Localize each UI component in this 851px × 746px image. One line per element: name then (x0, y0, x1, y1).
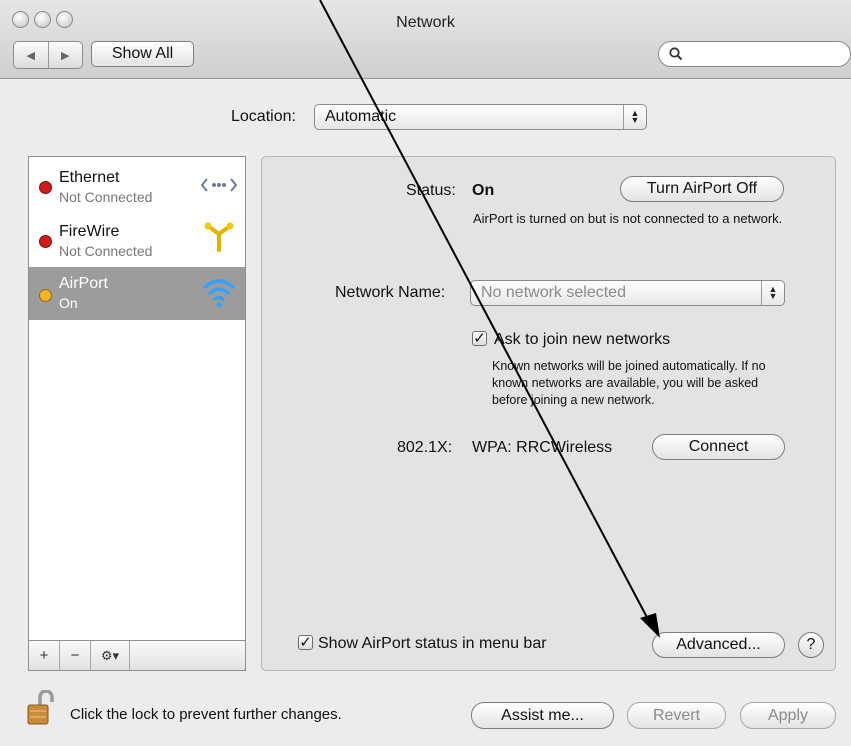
service-list: Ethernet Not Connected FireWire Not Conn… (28, 156, 246, 641)
ask-join-checkbox[interactable]: ✓ (472, 331, 487, 346)
help-button[interactable]: ? (798, 632, 824, 658)
add-service-button[interactable]: + (29, 641, 60, 670)
forward-button[interactable]: ▶ (49, 42, 83, 68)
firewire-icon (201, 219, 237, 255)
service-status: Not Connected (59, 189, 153, 205)
advanced-button[interactable]: Advanced... (652, 632, 785, 658)
location-select[interactable]: Automatic ▲ ▼ (314, 104, 647, 130)
ethernet-icon (201, 167, 237, 203)
remove-service-button[interactable]: − (60, 641, 91, 670)
auth-value: WPA: RRCWireless (472, 439, 613, 456)
status-dot-red-icon (39, 181, 52, 194)
assist-me-button[interactable]: Assist me... (471, 702, 614, 729)
back-button[interactable]: ◀ (14, 42, 49, 68)
service-item-firewire[interactable]: FireWire Not Connected (29, 213, 245, 266)
search-field[interactable] (658, 41, 851, 67)
lock-icon[interactable] (26, 689, 58, 726)
window-title: Network (396, 14, 455, 31)
show-all-button[interactable]: Show All (91, 41, 194, 67)
auth-label: 802.1X: (397, 439, 453, 456)
left-arrow-icon: ◀ (26, 49, 35, 62)
service-name: FireWire (59, 223, 120, 240)
network-name-label: Network Name: (335, 284, 446, 301)
ask-join-label: Ask to join new networks (494, 331, 671, 348)
service-item-airport[interactable]: AirPort On (29, 267, 245, 320)
service-list-controls: + − ⚙▾ (28, 641, 246, 671)
network-name-select[interactable]: No network selected ▲ ▼ (470, 280, 785, 306)
apply-button[interactable]: Apply (740, 702, 836, 729)
service-item-ethernet[interactable]: Ethernet Not Connected (29, 159, 245, 212)
location-value: Automatic (325, 108, 397, 125)
service-status: Not Connected (59, 243, 153, 259)
navigation-buttons: ◀ ▶ (13, 41, 83, 69)
detail-panel (261, 156, 836, 671)
turn-airport-off-button[interactable]: Turn AirPort Off (620, 176, 784, 202)
connect-button[interactable]: Connect (652, 434, 785, 460)
checkmark-icon: ✓ (299, 633, 312, 651)
updown-arrows-icon: ▲ ▼ (761, 281, 784, 305)
service-name: AirPort (59, 275, 108, 292)
show-status-label: Show AirPort status in menu bar (318, 635, 547, 652)
status-value: On (472, 182, 495, 199)
network-name-value: No network selected (481, 284, 626, 301)
service-name: Ethernet (59, 169, 120, 186)
service-status: On (59, 295, 78, 311)
show-status-checkbox[interactable]: ✓ (298, 635, 313, 650)
wifi-icon (201, 275, 237, 311)
search-icon (669, 47, 683, 61)
status-dot-red-icon (39, 235, 52, 248)
checkmark-icon: ✓ (473, 329, 486, 347)
revert-button[interactable]: Revert (627, 702, 726, 729)
status-label: Status: (406, 182, 456, 199)
ask-join-description: Known networks will be joined automatica… (492, 359, 766, 407)
status-description: AirPort is turned on but is not connecte… (473, 211, 783, 226)
right-arrow-icon: ▶ (61, 49, 70, 62)
location-label: Location: (231, 108, 296, 125)
updown-arrows-icon: ▲ ▼ (623, 105, 646, 129)
action-menu-button[interactable]: ⚙▾ (91, 641, 130, 670)
lock-text: Click the lock to prevent further change… (70, 706, 342, 723)
status-dot-yellow-icon (39, 289, 52, 302)
toolbar (0, 0, 851, 79)
